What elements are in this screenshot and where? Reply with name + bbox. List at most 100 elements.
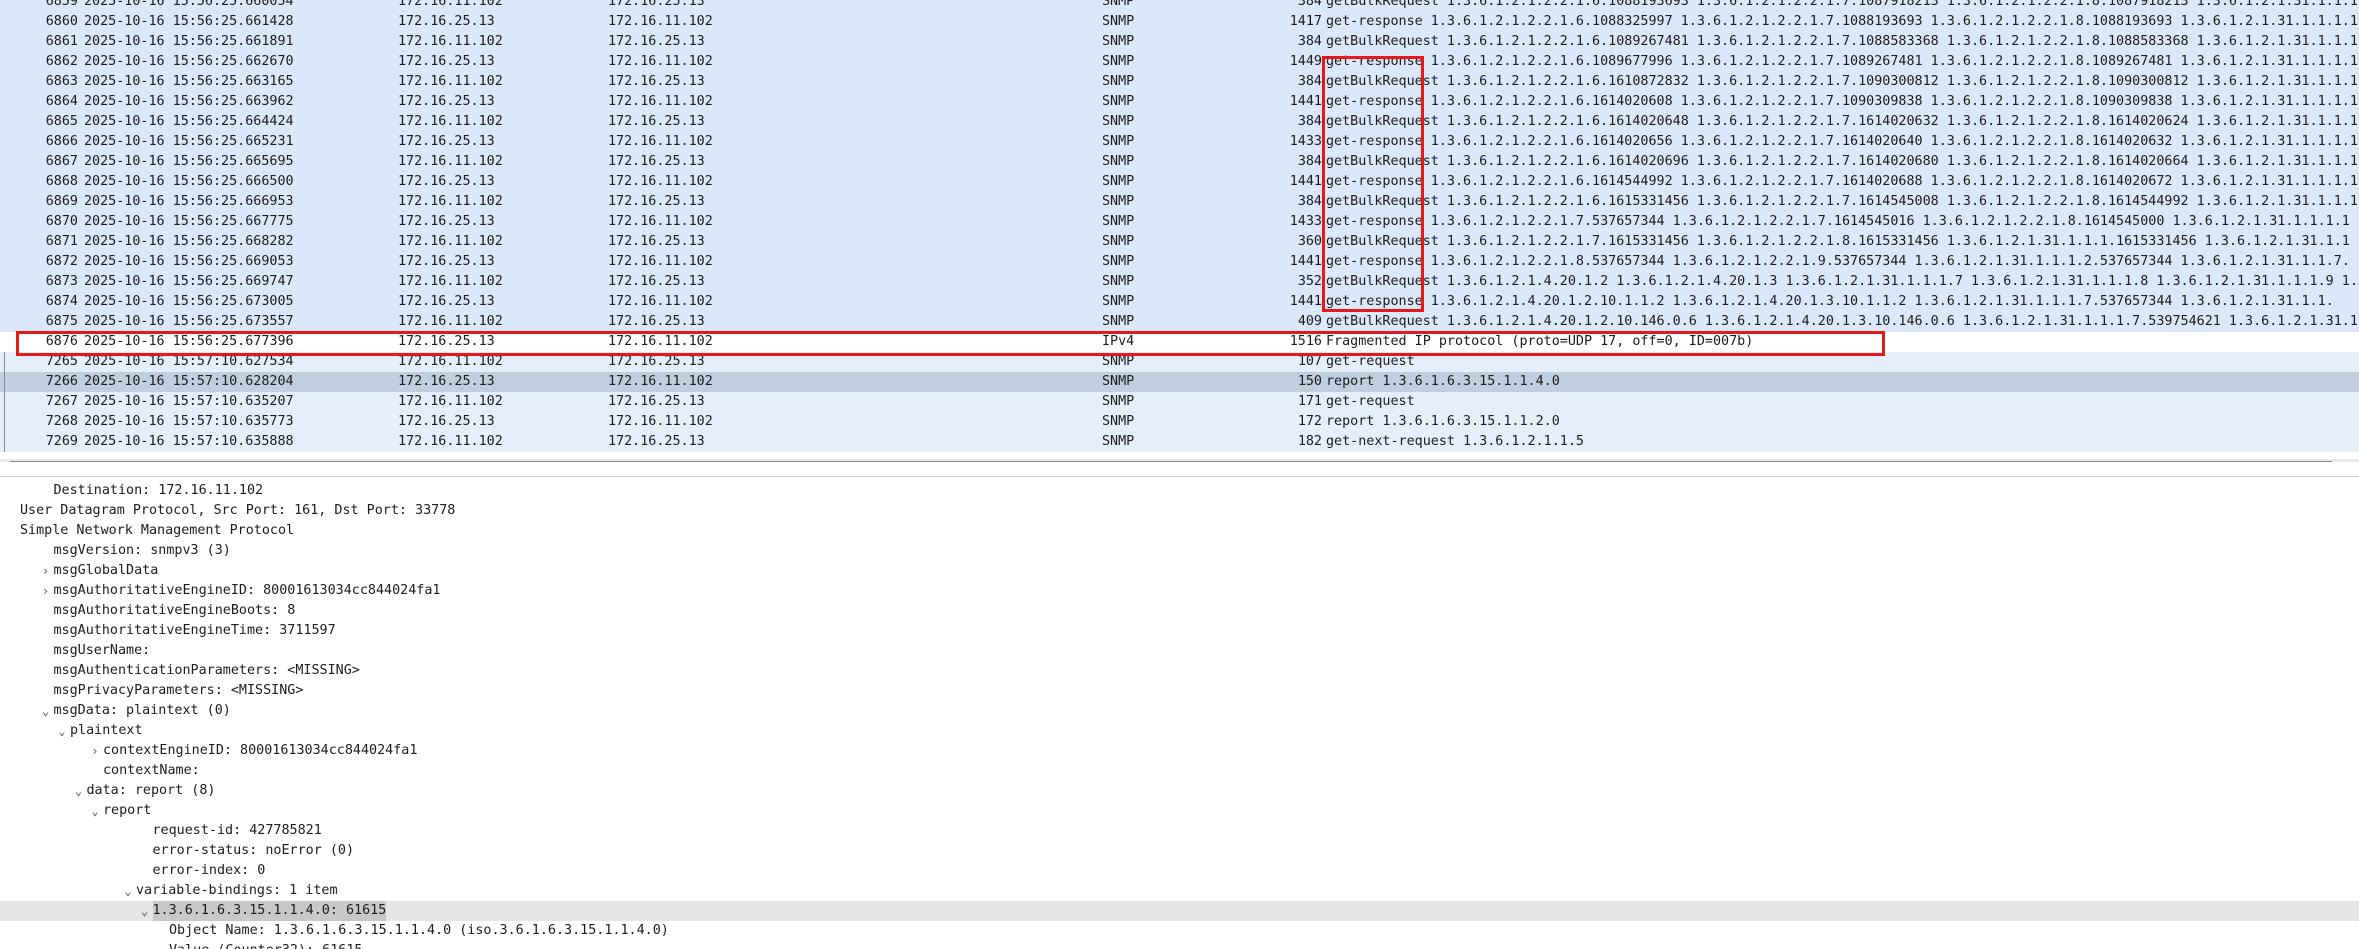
packet-number: 7267 <box>45 394 78 409</box>
packet-row[interactable]: 7266 2025-10-16 15:57:10.628204 172.16.25.… <box>0 372 2359 392</box>
detail-label: msgAuthoritativeEngineBoots: 8 <box>53 603 296 618</box>
packet-length: 172 <box>1297 414 1322 429</box>
packet-row[interactable]: 6863 2025-10-16 15:56:25.663165 172.16.11.… <box>0 72 2359 92</box>
packet-row[interactable]: 6864 2025-10-16 15:56:25.663962 172.16.25.… <box>0 92 2359 112</box>
detail-row[interactable]: error-status: noError (0) <box>0 841 2359 861</box>
detail-row[interactable]: › msgGlobalData <box>0 561 2359 581</box>
detail-row[interactable]: request-id: 427785821 <box>0 821 2359 841</box>
packet-length: 1433 <box>1289 134 1322 149</box>
detail-row[interactable]: msgAuthenticationParameters: <MISSING> <box>0 661 2359 681</box>
detail-row[interactable]: › contextEngineID: 80001613034cc844024fa1 <box>0 741 2359 761</box>
detail-row[interactable]: › User Datagram Protocol, Src Port: 161, … <box>0 501 2359 521</box>
packet-length: 384 <box>1297 0 1322 9</box>
packet-number: 6862 <box>45 54 78 69</box>
detail-label: msgPrivacyParameters: <MISSING> <box>53 683 304 698</box>
packet-time: 2025-10-16 15:57:10.628204 <box>84 374 294 389</box>
packet-row[interactable]: 6859 2025-10-16 15:56:25.660054 172.16.11.… <box>0 0 2359 12</box>
detail-label: msgGlobalData <box>53 563 159 578</box>
packet-protocol: SNMP <box>1102 174 1135 189</box>
packet-row[interactable]: 6872 2025-10-16 15:56:25.669053 172.16.25.… <box>0 252 2359 272</box>
packet-row[interactable]: 6870 2025-10-16 15:56:25.667775 172.16.25.… <box>0 212 2359 232</box>
packet-row[interactable]: 7268 2025-10-16 15:57:10.635773 172.16.25.… <box>0 412 2359 432</box>
detail-row[interactable]: ⌄ variable-bindings: 1 item <box>0 881 2359 901</box>
packet-length: 384 <box>1297 34 1322 49</box>
detail-row[interactable]: Value (Counter32): 61615 <box>0 941 2359 949</box>
detail-row[interactable]: msgAuthoritativeEngineBoots: 8 <box>0 601 2359 621</box>
collapse-icon[interactable]: ⌄ <box>89 801 101 821</box>
packet-time: 2025-10-16 15:57:10.635207 <box>84 394 294 409</box>
pane-divider[interactable] <box>0 476 2359 477</box>
collapse-icon[interactable]: ⌄ <box>122 881 134 901</box>
expand-icon[interactable]: › <box>0 501 2 521</box>
packet-row[interactable]: 6861 2025-10-16 15:56:25.661891 172.16.11.… <box>0 32 2359 52</box>
packet-source: 172.16.11.102 <box>398 34 503 49</box>
packet-protocol: SNMP <box>1102 254 1135 269</box>
detail-label: msgData: plaintext (0) <box>53 703 231 718</box>
expand-icon[interactable]: › <box>40 581 52 601</box>
packet-rows: 6859 2025-10-16 15:56:25.660054 172.16.11.… <box>0 0 2359 452</box>
collapse-icon[interactable]: ⌄ <box>56 721 68 741</box>
packet-protocol: SNMP <box>1102 274 1135 289</box>
related-packet-marker <box>4 432 5 452</box>
packet-row[interactable]: 6868 2025-10-16 15:56:25.666500 172.16.25.… <box>0 172 2359 192</box>
packet-protocol: SNMP <box>1102 294 1135 309</box>
detail-row[interactable]: msgVersion: snmpv3 (3) <box>0 541 2359 561</box>
expand-icon[interactable]: › <box>40 561 52 581</box>
packet-row[interactable]: 6869 2025-10-16 15:56:25.666953 172.16.11.… <box>0 192 2359 212</box>
packet-row[interactable]: 6874 2025-10-16 15:56:25.673005 172.16.25.… <box>0 292 2359 312</box>
packet-number: 6873 <box>45 274 78 289</box>
packet-row[interactable]: 6875 2025-10-16 15:56:25.673557 172.16.11.… <box>0 312 2359 332</box>
packet-length: 1441 <box>1289 174 1322 189</box>
packet-row[interactable]: 6866 2025-10-16 15:56:25.665231 172.16.25.… <box>0 132 2359 152</box>
detail-row[interactable]: Object Name: 1.3.6.1.6.3.15.1.1.4.0 (iso… <box>0 921 2359 941</box>
packet-source: 172.16.11.102 <box>398 0 503 9</box>
related-packet-marker <box>4 352 5 372</box>
packet-info: getBulkRequest 1.3.6.1.2.1.4.20.1.2 1.3.… <box>1326 274 2359 289</box>
packet-length: 182 <box>1297 434 1322 449</box>
packet-row[interactable]: 7269 2025-10-16 15:57:10.635888 172.16.11.… <box>0 432 2359 452</box>
packet-protocol: SNMP <box>1102 74 1135 89</box>
packet-time: 2025-10-16 15:56:25.666500 <box>84 174 294 189</box>
detail-label: msgAuthenticationParameters: <MISSING> <box>53 663 360 678</box>
scrollbar-thumb[interactable] <box>10 461 2332 462</box>
packet-length: 352 <box>1297 274 1322 289</box>
detail-row[interactable]: ⌄ plaintext <box>0 721 2359 741</box>
packet-info: get-response 1.3.6.1.2.1.2.2.1.6.1614020… <box>1326 94 2358 109</box>
packet-source: 172.16.25.13 <box>398 214 495 229</box>
packet-time: 2025-10-16 15:56:25.669053 <box>84 254 294 269</box>
collapse-icon[interactable]: ⌄ <box>73 781 85 801</box>
detail-row[interactable]: ⌄ report <box>0 801 2359 821</box>
detail-row[interactable]: msgUserName: <box>0 641 2359 661</box>
collapse-icon[interactable]: ⌄ <box>139 901 151 921</box>
packet-row[interactable]: 6873 2025-10-16 15:56:25.669747 172.16.11.… <box>0 272 2359 292</box>
packet-destination: 172.16.11.102 <box>608 254 713 269</box>
detail-row[interactable]: ⌄ msgData: plaintext (0) <box>0 701 2359 721</box>
detail-row[interactable]: msgAuthoritativeEngineTime: 3711597 <box>0 621 2359 641</box>
detail-label: 1.3.6.1.6.3.15.1.1.4.0: 61615 <box>152 901 387 921</box>
packet-source: 172.16.11.102 <box>398 274 503 289</box>
detail-row[interactable]: ⌄ data: report (8) <box>0 781 2359 801</box>
packet-row[interactable]: 7267 2025-10-16 15:57:10.635207 172.16.11.… <box>0 392 2359 412</box>
packet-row[interactable]: 6871 2025-10-16 15:56:25.668282 172.16.11.… <box>0 232 2359 252</box>
packet-destination: 172.16.25.13 <box>608 154 705 169</box>
packet-row[interactable]: 6867 2025-10-16 15:56:25.665695 172.16.11.… <box>0 152 2359 172</box>
expand-icon[interactable]: › <box>89 741 101 761</box>
detail-row[interactable]: msgPrivacyParameters: <MISSING> <box>0 681 2359 701</box>
detail-row[interactable]: error-index: 0 <box>0 861 2359 881</box>
detail-row[interactable]: Destination: 172.16.11.102 <box>0 481 2359 501</box>
packet-row[interactable]: 6865 2025-10-16 15:56:25.664424 172.16.11.… <box>0 112 2359 132</box>
packet-row[interactable]: 6860 2025-10-16 15:56:25.661428 172.16.25.… <box>0 12 2359 32</box>
packet-protocol: SNMP <box>1102 114 1135 129</box>
packet-row[interactable]: 6862 2025-10-16 15:56:25.662670 172.16.25.… <box>0 52 2359 72</box>
packet-destination: 172.16.25.13 <box>608 434 705 449</box>
detail-row[interactable]: ⌄ Simple Network Management Protocol <box>0 521 2359 541</box>
detail-row[interactable]: ⌄ 1.3.6.1.6.3.15.1.1.4.0: 61615 <box>0 901 2359 921</box>
packet-protocol: SNMP <box>1102 434 1135 449</box>
detail-row[interactable]: › msgAuthoritativeEngineID: 80001613034cc… <box>0 581 2359 601</box>
collapse-icon[interactable]: ⌄ <box>0 521 2 541</box>
packet-destination: 172.16.11.102 <box>608 14 713 29</box>
detail-row[interactable]: contextName: <box>0 761 2359 781</box>
packet-protocol: SNMP <box>1102 54 1135 69</box>
collapse-icon[interactable]: ⌄ <box>40 701 52 721</box>
horizontal-scrollbar[interactable] <box>0 459 2359 462</box>
